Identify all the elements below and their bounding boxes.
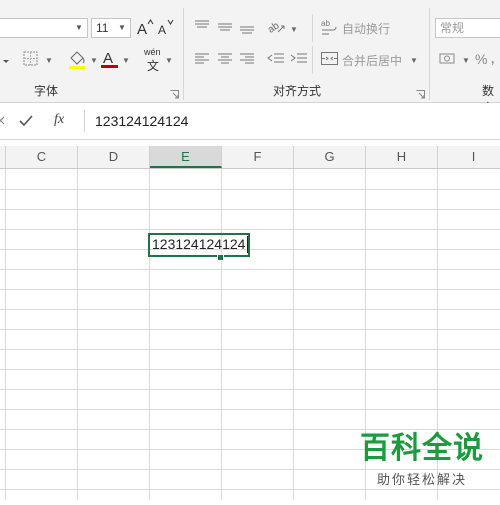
svg-text:,: , bbox=[491, 52, 494, 66]
svg-text:A: A bbox=[137, 21, 147, 38]
align-left-icon[interactable] bbox=[193, 51, 211, 67]
increase-indent-icon[interactable] bbox=[289, 51, 309, 67]
percent-icon[interactable]: % bbox=[475, 51, 487, 67]
grow-font-icon[interactable]: A bbox=[136, 18, 154, 38]
align-center-icon[interactable] bbox=[216, 51, 234, 67]
ribbon: ▼ 11 ▼ A A ▼ ▼ A ▼ wén 文 ▼ 字体 ab ▼ ab 自动… bbox=[0, 0, 500, 115]
comma-style-icon[interactable]: , bbox=[491, 51, 500, 67]
group-separator bbox=[183, 8, 184, 100]
phonetic-guide-icon[interactable]: wén 文 bbox=[143, 47, 165, 73]
watermark-title: 百科全说 bbox=[360, 431, 484, 466]
font-group-label: 字体 bbox=[34, 84, 59, 98]
orientation-icon[interactable]: ab bbox=[266, 16, 288, 38]
alignment-group-label: 对齐方式 bbox=[273, 84, 322, 98]
merge-center-label[interactable]: 合并后居中 bbox=[342, 52, 402, 69]
cancel-icon[interactable] bbox=[0, 111, 10, 131]
font-dialog-launcher-icon[interactable] bbox=[170, 86, 179, 99]
decrease-indent-icon[interactable] bbox=[266, 51, 286, 67]
group-separator bbox=[429, 8, 430, 100]
fill-handle[interactable] bbox=[217, 254, 224, 261]
chevron-down-icon: ▼ bbox=[75, 23, 83, 32]
font-size-value: 11 bbox=[96, 21, 109, 35]
wrap-text-label[interactable]: 自动换行 bbox=[342, 20, 390, 37]
column-header-e[interactable]: E bbox=[150, 146, 222, 168]
column-header-i[interactable]: I bbox=[438, 146, 500, 168]
fx-icon[interactable]: fx bbox=[54, 112, 64, 128]
number-format-dropdown[interactable]: 常规 bbox=[435, 18, 500, 38]
column-header-c[interactable]: C bbox=[6, 146, 78, 168]
column-header-h[interactable]: H bbox=[366, 146, 438, 168]
font-color-icon[interactable]: A bbox=[100, 48, 120, 70]
column-headers: CDEFGHI bbox=[0, 146, 500, 169]
formula-input[interactable]: 123124124124 bbox=[84, 110, 500, 132]
chevron-down-icon[interactable]: ▼ bbox=[122, 56, 130, 65]
align-top-icon[interactable] bbox=[193, 18, 211, 36]
merge-center-icon[interactable] bbox=[320, 50, 340, 68]
chevron-down-icon[interactable]: ▼ bbox=[290, 25, 298, 34]
font-name-dropdown-tail[interactable]: ▼ bbox=[0, 18, 88, 38]
alignment-dialog-launcher-icon[interactable] bbox=[416, 86, 425, 99]
number-format-value: 常规 bbox=[440, 21, 465, 35]
group-separator bbox=[312, 14, 313, 42]
chevron-down-icon[interactable]: ▼ bbox=[462, 56, 470, 65]
group-separator bbox=[312, 46, 313, 74]
text-caret bbox=[247, 236, 248, 253]
active-cell-value: 123124124124 bbox=[152, 236, 246, 252]
chevron-down-icon[interactable]: ▼ bbox=[165, 56, 173, 65]
svg-text:ab: ab bbox=[321, 19, 330, 28]
wrap-text-icon[interactable]: ab bbox=[320, 18, 340, 36]
formula-bar: fx 123124124124 bbox=[0, 103, 500, 140]
column-header-f[interactable]: F bbox=[222, 146, 294, 168]
shrink-font-icon[interactable]: A bbox=[157, 18, 175, 38]
accounting-format-icon[interactable] bbox=[438, 50, 460, 68]
chevron-down-icon[interactable]: ▼ bbox=[45, 56, 53, 65]
left-edge-arrow-icon[interactable] bbox=[2, 54, 10, 64]
align-right-icon[interactable] bbox=[238, 51, 256, 67]
align-middle-icon[interactable] bbox=[216, 18, 234, 36]
chevron-down-icon: ▼ bbox=[118, 23, 126, 32]
border-icon[interactable] bbox=[22, 50, 42, 68]
phonetic-top: wén bbox=[144, 47, 161, 57]
fill-color-icon[interactable] bbox=[66, 48, 88, 70]
phonetic-bottom: 文 bbox=[147, 59, 160, 73]
column-header-g[interactable]: G bbox=[294, 146, 366, 168]
font-size-dropdown[interactable]: 11 ▼ bbox=[91, 18, 131, 38]
column-header-d[interactable]: D bbox=[78, 146, 150, 168]
enter-check-icon[interactable] bbox=[18, 112, 34, 130]
svg-text:A: A bbox=[103, 50, 113, 67]
chevron-down-icon[interactable]: ▼ bbox=[90, 56, 98, 65]
align-bottom-icon[interactable] bbox=[238, 18, 256, 36]
watermark-subtitle: 助你轻松解决 bbox=[376, 472, 467, 487]
watermark-logo: 百科全说 助你轻松解决 bbox=[360, 423, 484, 488]
svg-text:ab: ab bbox=[266, 20, 282, 36]
chevron-down-icon[interactable]: ▼ bbox=[410, 56, 418, 65]
svg-text:A: A bbox=[158, 23, 166, 37]
